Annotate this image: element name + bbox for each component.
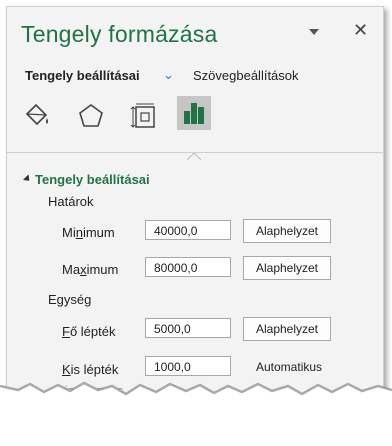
chevron-down-icon[interactable]: ⌄ (163, 67, 174, 83)
tab-axis-options[interactable]: Tengely beállításai (25, 68, 140, 83)
maximum-reset-button[interactable]: Alaphelyzet (243, 256, 331, 280)
fill-bucket-icon[interactable] (21, 100, 53, 132)
major-unit-label: Fő lépték (62, 324, 116, 339)
pane-title: Tengely formázása (21, 21, 218, 47)
section-title[interactable]: Tengely beállításai (35, 172, 150, 187)
category-icon-row (17, 96, 317, 161)
minimum-reset-button[interactable]: Alaphelyzet (243, 219, 331, 243)
torn-edge (0, 370, 392, 441)
size-properties-icon[interactable] (129, 100, 161, 132)
format-axis-pane: Tengely formázása ✕ Tengely beállításai … (6, 6, 384, 403)
maximum-label: Maximum (62, 262, 119, 277)
pane-header: Tengely formázása ✕ (7, 7, 383, 54)
units-label: Egység (48, 292, 92, 307)
major-unit-reset-button[interactable]: Alaphelyzet (243, 317, 331, 341)
tab-text-options[interactable]: Szövegbeállítások (193, 68, 299, 83)
collapse-triangle-icon[interactable] (22, 174, 33, 184)
major-unit-input[interactable]: 5000,0 (145, 318, 231, 338)
minimum-label: Minimum (62, 225, 115, 240)
pane-options-dropdown-icon[interactable] (309, 29, 319, 35)
bar-chart-icon[interactable] (177, 96, 211, 130)
bounds-label: Határok (48, 194, 94, 209)
maximum-input[interactable]: 80000,0 (145, 257, 231, 277)
divider (7, 152, 383, 153)
minimum-input[interactable]: 40000,0 (145, 220, 231, 240)
pentagon-icon[interactable] (75, 100, 107, 132)
selection-notch-icon (186, 147, 202, 161)
close-icon[interactable]: ✕ (353, 21, 368, 39)
